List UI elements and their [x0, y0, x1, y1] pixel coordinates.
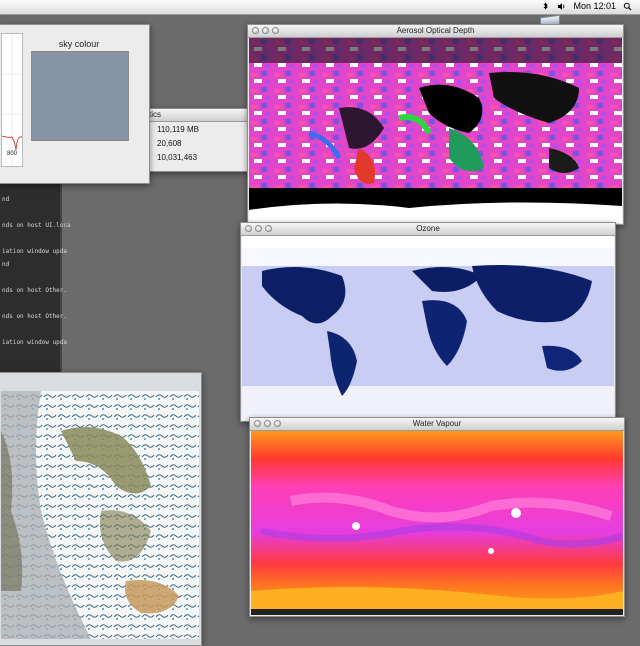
spotlight-icon[interactable]: [623, 2, 632, 11]
ozone-window[interactable]: Ozone: [240, 222, 616, 422]
terminal-line: nd: [2, 196, 10, 203]
spectrum-plot: [1, 33, 23, 167]
statistics-title: tics: [149, 110, 161, 119]
zoom-button[interactable]: [265, 225, 272, 232]
spectrum-tick-label: 800: [7, 151, 18, 157]
aerosol-window[interactable]: Aerosol Optical Depth: [247, 24, 624, 225]
sky-colour-swatch: [31, 51, 129, 141]
menubar-clock[interactable]: Mon 12:01: [573, 1, 616, 11]
stats-total: 10,031,463: [157, 153, 198, 162]
sky-colour-label: sky colour: [58, 39, 100, 49]
terminal-line: nds on host Other.: [2, 313, 68, 320]
terminal-window[interactable]: ay ndnds on host UI.locaiation window up…: [0, 168, 71, 372]
terminal-line: iation window upda: [2, 248, 68, 255]
menu-bar: Mon 12:01: [0, 0, 640, 15]
terminal-line: nds on host UI.loca: [2, 222, 71, 229]
terminal-line: nds on host Other.: [2, 287, 68, 294]
zoom-button[interactable]: [272, 27, 279, 34]
stats-memory: 110,119 MB: [157, 125, 199, 134]
earth-view-window[interactable]: [0, 372, 202, 646]
water-vapour-map-image: [251, 431, 623, 615]
water-vapour-title: Water Vapour: [412, 419, 462, 428]
bluetooth-icon[interactable]: [541, 1, 550, 11]
zoom-button[interactable]: [274, 420, 281, 427]
ozone-map-image: [242, 236, 614, 420]
water-vapour-window[interactable]: Water Vapour: [249, 417, 625, 617]
terminal-line: iation window upda: [2, 339, 68, 346]
aerosol-map-image: [249, 38, 622, 223]
close-button[interactable]: [252, 27, 259, 34]
aerosol-titlebar[interactable]: Aerosol Optical Depth: [248, 25, 623, 38]
aerosol-title: Aerosol Optical Depth: [396, 26, 475, 35]
minimize-button[interactable]: [255, 225, 262, 232]
earth-map-image: [1, 391, 199, 639]
close-button[interactable]: [254, 420, 261, 427]
volume-icon[interactable]: [557, 2, 566, 11]
sky-colour-window[interactable]: 800 sky colour: [0, 24, 150, 184]
terminal-line: nd: [2, 261, 10, 268]
minimize-button[interactable]: [264, 420, 271, 427]
minimize-button[interactable]: [262, 27, 269, 34]
stats-count: 20,608: [157, 139, 182, 148]
close-button[interactable]: [245, 225, 252, 232]
ozone-titlebar[interactable]: Ozone: [241, 223, 615, 236]
water-vapour-titlebar[interactable]: Water Vapour: [250, 418, 624, 431]
ozone-title: Ozone: [416, 224, 440, 233]
